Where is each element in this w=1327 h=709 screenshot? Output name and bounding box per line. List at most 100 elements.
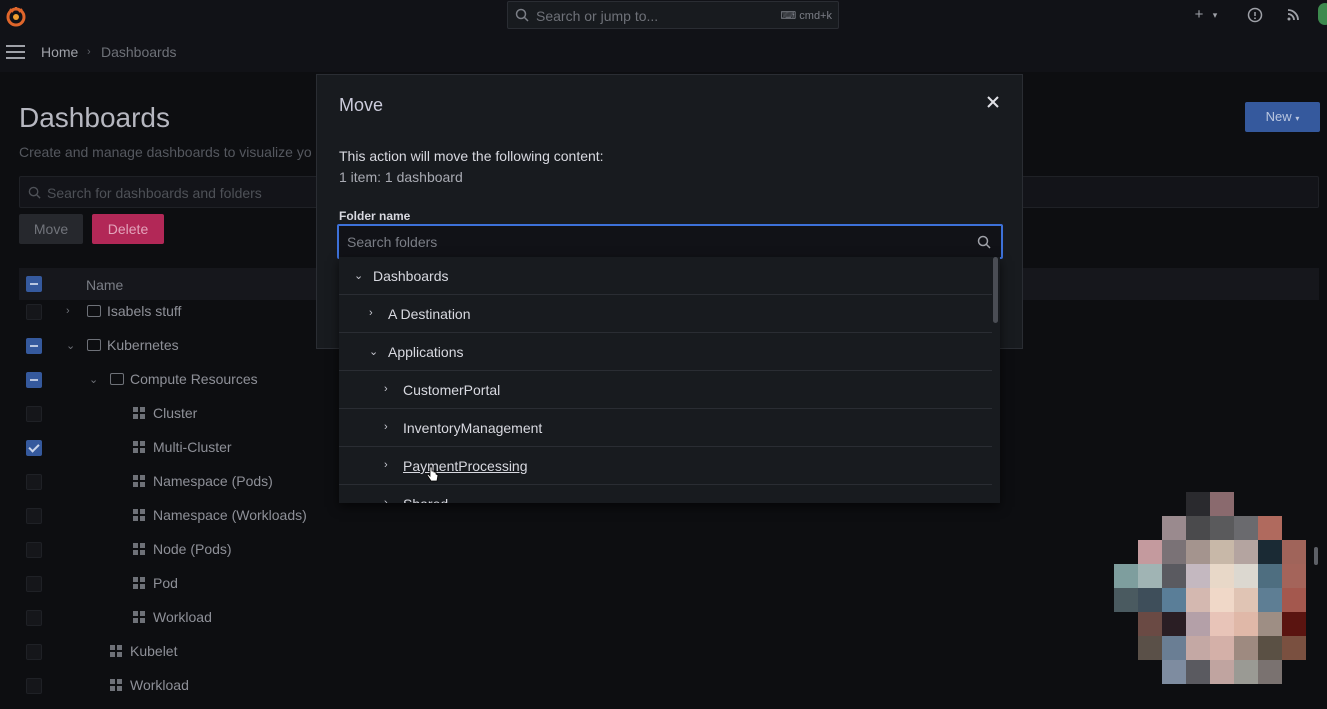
- row-label[interactable]: Compute Resources: [130, 371, 258, 387]
- row-label[interactable]: Workload: [153, 609, 212, 625]
- row-checkbox[interactable]: [26, 576, 42, 592]
- folder-search-input[interactable]: Search folders: [337, 224, 1003, 259]
- row-checkbox[interactable]: [26, 440, 42, 456]
- folder-tree-item[interactable]: ⌄ Dashboards: [339, 257, 992, 295]
- chevron-down-icon[interactable]: ⌄: [369, 345, 378, 358]
- chevron-right-icon[interactable]: ›: [384, 421, 388, 433]
- row-label[interactable]: Isabels stuff: [107, 303, 181, 319]
- dashboard-grid-icon: [110, 679, 123, 692]
- row-checkbox[interactable]: [26, 508, 42, 524]
- chevron-down-icon[interactable]: ⌄: [66, 339, 75, 352]
- select-all-checkbox[interactable]: [26, 276, 42, 292]
- table-row[interactable]: › Isabels stuff: [0, 295, 330, 329]
- table-row[interactable]: Namespace (Workloads): [0, 499, 330, 533]
- webcam-overlay-pixelated: [1114, 492, 1314, 684]
- row-checkbox[interactable]: [26, 338, 42, 354]
- row-checkbox[interactable]: [26, 644, 42, 660]
- folder-tree-item[interactable]: › Shared: [339, 485, 992, 503]
- folder-tree-label[interactable]: InventoryManagement: [403, 420, 542, 436]
- rss-icon[interactable]: [1285, 7, 1301, 23]
- table-row[interactable]: Node (Pods): [0, 533, 330, 567]
- row-label[interactable]: Multi-Cluster: [153, 439, 232, 455]
- folder-tree-label[interactable]: PaymentProcessing: [403, 458, 528, 474]
- search-icon: [28, 186, 41, 199]
- folder-tree-label[interactable]: CustomerPortal: [403, 382, 500, 398]
- table-row[interactable]: Kubelet: [0, 635, 330, 669]
- table-row[interactable]: ⌄ Compute Resources: [0, 363, 330, 397]
- breadcrumb-home[interactable]: Home: [41, 44, 78, 60]
- search-icon: [515, 8, 529, 22]
- dashboard-grid-icon: [133, 577, 146, 590]
- table-row[interactable]: Multi-Cluster: [0, 431, 330, 465]
- chevron-down-icon[interactable]: ⌄: [354, 269, 363, 282]
- row-label[interactable]: Workload: [130, 677, 189, 693]
- page-subtitle: Create and manage dashboards to visualiz…: [19, 144, 312, 160]
- row-checkbox[interactable]: [26, 610, 42, 626]
- row-label[interactable]: Node (Pods): [153, 541, 232, 557]
- chevron-right-icon[interactable]: ›: [384, 459, 388, 471]
- shortcut-text: cmd+k: [799, 10, 832, 22]
- new-button[interactable]: New ▾: [1245, 102, 1320, 132]
- global-search-input[interactable]: Search or jump to... ⌨ cmd+k: [507, 1, 839, 29]
- modal-summary: 1 item: 1 dashboard: [339, 169, 463, 185]
- chevron-right-icon[interactable]: ›: [66, 305, 70, 317]
- avatar[interactable]: [1318, 3, 1327, 25]
- page-scrollbar[interactable]: [1314, 547, 1318, 565]
- row-label[interactable]: Cluster: [153, 405, 197, 421]
- row-checkbox[interactable]: [26, 304, 42, 320]
- chevron-right-icon[interactable]: ›: [384, 383, 388, 395]
- top-bar: Search or jump to... ⌨ cmd+k + ▾: [0, 0, 1327, 32]
- table-row[interactable]: Workload: [0, 601, 330, 635]
- row-label[interactable]: Kubelet: [130, 643, 177, 659]
- folder-tree-item[interactable]: › CustomerPortal: [339, 371, 992, 409]
- row-label[interactable]: Pod: [153, 575, 178, 591]
- dashboard-grid-icon: [110, 645, 123, 658]
- dashboard-grid-icon: [133, 611, 146, 624]
- table-row[interactable]: Cluster: [0, 397, 330, 431]
- folder-tree-label[interactable]: Shared: [403, 496, 448, 503]
- menu-icon[interactable]: [6, 45, 25, 59]
- dashboard-grid-icon: [133, 475, 146, 488]
- chevron-right-icon[interactable]: ›: [384, 497, 388, 503]
- row-checkbox[interactable]: [26, 372, 42, 388]
- folder-tree-item[interactable]: › A Destination: [339, 295, 992, 333]
- dashboard-grid-icon: [133, 509, 146, 522]
- global-search-placeholder: Search or jump to...: [536, 8, 659, 24]
- folder-tree-label[interactable]: Dashboards: [373, 268, 449, 284]
- chevron-down-icon[interactable]: ⌄: [89, 373, 98, 386]
- grafana-logo-icon[interactable]: [5, 5, 27, 27]
- dashboard-grid-icon: [133, 441, 146, 454]
- row-checkbox[interactable]: [26, 474, 42, 490]
- chevron-down-icon[interactable]: ▾: [1207, 7, 1223, 23]
- row-checkbox[interactable]: [26, 542, 42, 558]
- table-row[interactable]: ⌄ Kubernetes: [0, 329, 330, 363]
- move-button[interactable]: Move: [19, 214, 83, 244]
- dropdown-scrollbar[interactable]: [993, 257, 998, 323]
- close-icon[interactable]: [984, 93, 1002, 111]
- row-label[interactable]: Kubernetes: [107, 337, 179, 353]
- folder-icon: [87, 305, 101, 317]
- row-checkbox[interactable]: [26, 406, 42, 422]
- table-row[interactable]: Namespace (Pods): [0, 465, 330, 499]
- modal-message: This action will move the following cont…: [339, 148, 604, 164]
- table-row[interactable]: Workload: [0, 669, 330, 703]
- plus-icon[interactable]: +: [1191, 7, 1207, 23]
- folder-tree-label[interactable]: A Destination: [388, 306, 471, 322]
- folder-name-label: Folder name: [339, 209, 411, 223]
- folder-tree-item[interactable]: › InventoryManagement: [339, 409, 992, 447]
- breadcrumb: Home › Dashboards: [0, 32, 1327, 72]
- row-label[interactable]: Namespace (Pods): [153, 473, 273, 489]
- search-icon: [977, 235, 991, 249]
- delete-button[interactable]: Delete: [92, 214, 164, 244]
- chevron-down-icon: ▾: [1295, 114, 1300, 123]
- table-row[interactable]: Pod: [0, 567, 330, 601]
- row-checkbox[interactable]: [26, 678, 42, 694]
- folder-tree-label[interactable]: Applications: [388, 344, 464, 360]
- row-label[interactable]: Namespace (Workloads): [153, 507, 307, 523]
- breadcrumb-separator: ›: [87, 46, 91, 58]
- dashboard-search-placeholder: Search for dashboards and folders: [47, 185, 262, 201]
- folder-tree-item[interactable]: ⌄ Applications: [339, 333, 992, 371]
- new-button-label: New: [1265, 109, 1292, 124]
- chevron-right-icon[interactable]: ›: [369, 307, 373, 319]
- help-icon[interactable]: [1247, 7, 1263, 23]
